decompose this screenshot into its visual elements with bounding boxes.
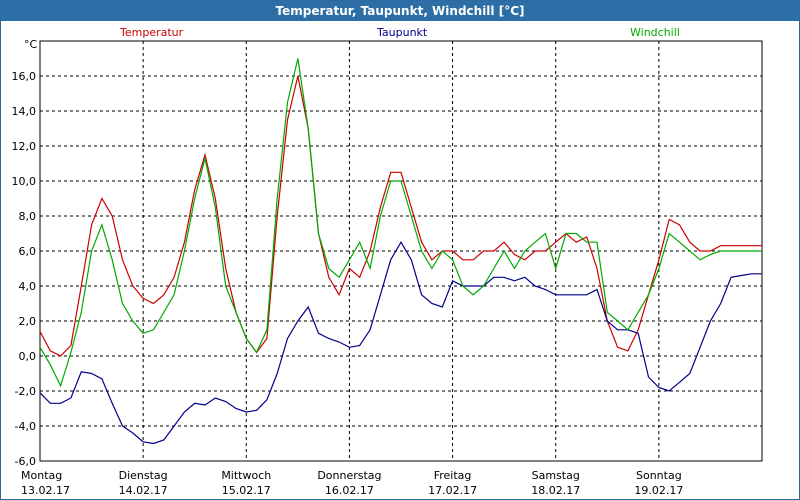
x-tick-day: Mittwoch bbox=[221, 469, 271, 482]
x-tick-date: 18.02.17 bbox=[531, 484, 580, 497]
legend: Temperatur Taupunkt Windchill bbox=[119, 26, 680, 39]
x-tick-date: 17.02.17 bbox=[428, 484, 477, 497]
chart-svg: -6,0 -4,0 -2,0 0,0 2,0 4,0 6,0 8,0 10,0 12,0 14,0 1… bbox=[12, 26, 763, 497]
x-tick-day: Sonntag bbox=[636, 469, 682, 482]
y-tick-label: 12,0 bbox=[12, 140, 37, 153]
y-tick-label: 4,0 bbox=[19, 280, 37, 293]
y-tick-label: -6,0 bbox=[15, 455, 36, 468]
x-tick-day: Freitag bbox=[434, 469, 472, 482]
x-tick-day: Montag bbox=[21, 469, 62, 482]
x-tick-date: 16.02.17 bbox=[325, 484, 374, 497]
x-tick-day: Samstag bbox=[532, 469, 580, 482]
x-tick-day: Donnerstag bbox=[317, 469, 381, 482]
y-tick-label: -4,0 bbox=[15, 420, 36, 433]
legend-temperatur: Temperatur bbox=[119, 26, 184, 39]
y-tick-label: 0,0 bbox=[19, 350, 37, 363]
x-tick-date: 19.02.17 bbox=[634, 484, 683, 497]
y-axis-ticks: -6,0 -4,0 -2,0 0,0 2,0 4,0 6,0 8,0 10,0 12,0 14,0 1… bbox=[12, 70, 37, 468]
y-tick-label: 16,0 bbox=[12, 70, 37, 83]
y-tick-label: 6,0 bbox=[19, 245, 37, 258]
y-tick-label: -2,0 bbox=[15, 385, 36, 398]
y-axis-unit: °C bbox=[24, 38, 38, 51]
legend-windchill: Windchill bbox=[630, 26, 680, 39]
y-tick-label: 8,0 bbox=[19, 210, 37, 223]
x-axis-ticks: Montag 13.02.17 Dienstag 14.02.17 Mittwoch 15… bbox=[21, 469, 683, 497]
x-tick-day: Dienstag bbox=[119, 469, 168, 482]
x-tick-date: 13.02.17 bbox=[21, 484, 70, 497]
y-tick-label: 10,0 bbox=[12, 175, 37, 188]
x-tick-date: 15.02.17 bbox=[222, 484, 271, 497]
y-tick-label: 14,0 bbox=[12, 105, 37, 118]
x-tick-date: 14.02.17 bbox=[119, 484, 168, 497]
y-tick-label: 2,0 bbox=[19, 315, 37, 328]
legend-taupunkt: Taupunkt bbox=[376, 26, 428, 39]
